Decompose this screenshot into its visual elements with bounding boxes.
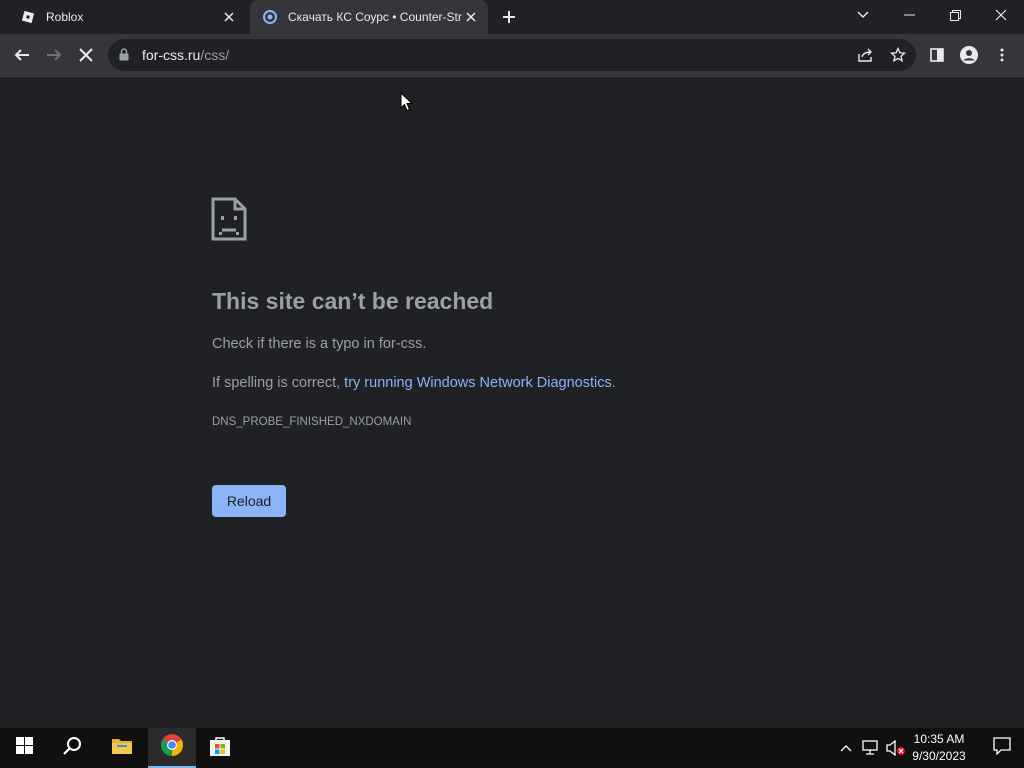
clock-date: 9/30/2023 [912, 749, 966, 763]
hint-suffix: . [611, 375, 616, 391]
reload-button[interactable]: Reload [212, 485, 286, 517]
action-center-button[interactable] [980, 728, 1024, 768]
tab-counter-strike[interactable]: Скачать КС Соурс • Counter-Strike [250, 0, 488, 34]
microsoft-store-icon [209, 735, 231, 762]
start-button[interactable] [0, 728, 48, 768]
start-icon [15, 737, 33, 759]
system-clock[interactable]: 10:35 AM 9/30/2023 [904, 731, 974, 765]
restore-button[interactable] [932, 0, 978, 30]
chrome-icon [160, 733, 184, 762]
menu-kebab-icon[interactable] [988, 41, 1016, 69]
sad-page-icon [211, 197, 247, 246]
browser-toolbar: for-css.ru/css/ [0, 34, 1024, 76]
minimize-button[interactable] [886, 0, 932, 30]
notification-icon [993, 736, 1011, 760]
side-panel-icon[interactable] [923, 41, 951, 69]
new-tab-button[interactable] [498, 6, 520, 28]
clock-time: 10:35 AM [913, 732, 965, 746]
url-path: /css/ [200, 47, 230, 63]
network-diagnostics-link[interactable]: try running Windows Network Diagnostics [344, 375, 612, 391]
taskbar-file-explorer[interactable] [98, 728, 146, 768]
close-icon[interactable] [220, 8, 238, 26]
error-page: This site can’t be reached Check if ther… [0, 77, 1024, 728]
address-bar[interactable]: for-css.ru/css/ [108, 39, 916, 71]
star-icon[interactable] [888, 45, 908, 65]
lock-icon[interactable] [119, 48, 129, 66]
stop-loading-button[interactable] [72, 41, 100, 69]
close-icon[interactable] [462, 8, 480, 26]
search-icon [62, 736, 82, 761]
close-window-button[interactable] [978, 0, 1024, 30]
network-icon[interactable] [861, 738, 881, 758]
windows-taskbar: 10:35 AM 9/30/2023 [0, 728, 1024, 768]
taskbar-chrome[interactable] [148, 728, 196, 768]
error-hint-diagnostics: If spelling is correct, try running Wind… [212, 375, 616, 391]
back-button[interactable] [8, 41, 36, 69]
share-icon[interactable] [856, 45, 876, 65]
file-explorer-icon [111, 737, 133, 760]
error-hint-typo: Check if there is a typo in for-css. [212, 336, 427, 352]
forward-button[interactable] [40, 41, 68, 69]
taskbar-search-button[interactable] [48, 728, 96, 768]
taskbar-microsoft-store[interactable] [196, 728, 244, 768]
hint-prefix: If spelling is correct, [212, 375, 345, 391]
url-text: for-css.ru/css/ [142, 47, 229, 63]
volume-muted-icon[interactable] [886, 738, 906, 758]
error-title: This site can’t be reached [212, 288, 494, 314]
tab-strip: Roblox Скачать КС Соурс • Counter-Strike [0, 0, 1024, 34]
url-host: for-css.ru [142, 47, 201, 63]
tab-title: Roblox [46, 10, 84, 24]
chevron-up-icon[interactable] [836, 738, 856, 758]
mouse-cursor-icon [400, 91, 414, 117]
tab-roblox[interactable]: Roblox [8, 0, 246, 34]
profile-icon[interactable] [955, 41, 983, 69]
loading-spinner-icon [262, 9, 278, 25]
tab-search-button[interactable] [840, 0, 886, 30]
error-code: DNS_PROBE_FINISHED_NXDOMAIN [212, 416, 412, 428]
roblox-icon [20, 9, 36, 25]
tab-title: Скачать КС Соурс • Counter-Strike [288, 10, 462, 24]
